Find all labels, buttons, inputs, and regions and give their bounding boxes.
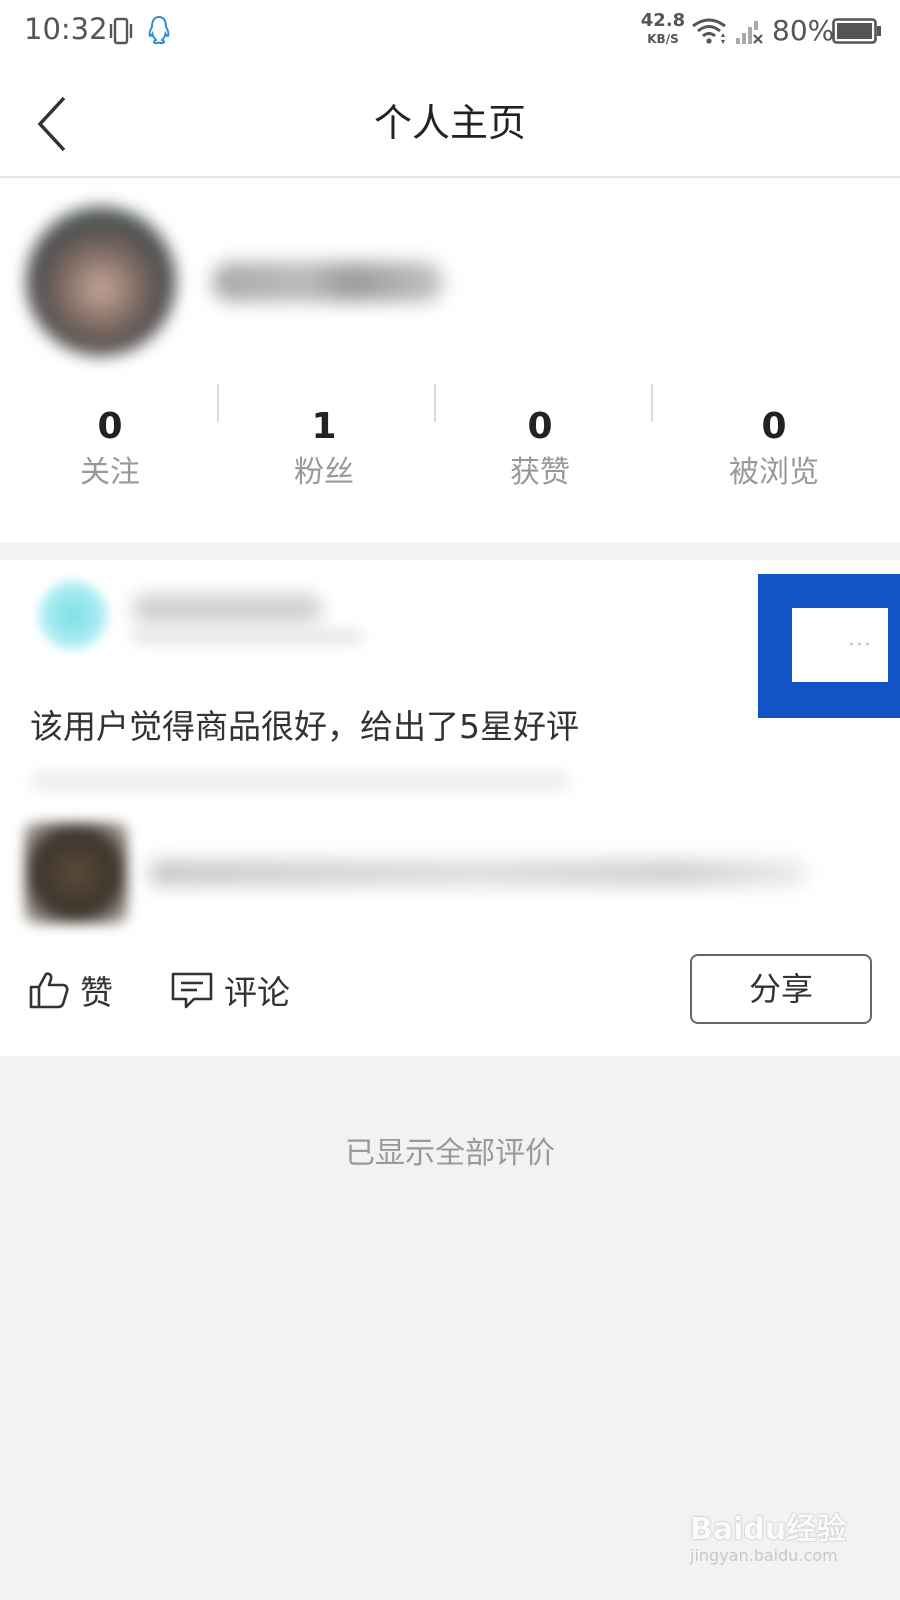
all-reviews-shown-text: 已显示全部评价	[345, 1136, 555, 1171]
page-title: 个人主页	[373, 101, 526, 145]
reviewer-date-blurred	[132, 630, 362, 644]
more-button[interactable]: ···	[792, 608, 888, 682]
stat-divider	[217, 384, 219, 422]
network-speed-unit: KB/S	[647, 32, 679, 46]
signal-icon	[736, 21, 763, 44]
stat-value: 0	[761, 406, 787, 447]
watermark-url: jingyan.baidu.com	[690, 1546, 838, 1565]
network-speed-value: 42.8	[640, 10, 686, 31]
like-label: 赞	[80, 973, 113, 1012]
reviewer-name-blurred	[132, 594, 322, 624]
thumbs-up-icon	[29, 972, 69, 1009]
stat-value: 0	[97, 406, 123, 447]
qq-icon	[148, 15, 170, 45]
battery-icon	[832, 18, 881, 44]
stat-views[interactable]: 0 被浏览	[664, 404, 884, 494]
vibrate-icon	[109, 17, 133, 45]
battery-percent: 80%	[772, 14, 835, 47]
comment-button[interactable]: 评论	[170, 960, 290, 1020]
comment-icon	[171, 972, 213, 1009]
more-icon: ···	[848, 633, 872, 658]
product-thumbnail[interactable]	[24, 822, 128, 924]
stat-label: 被浏览	[729, 455, 819, 490]
review-card: ··· 该用户觉得商品很好，给出了5星好评 赞 评论 分享	[0, 560, 900, 1056]
stats-row: 0 关注 1 粉丝 0 获赞 0 被浏览	[0, 404, 900, 514]
product-spec-blurred	[30, 772, 570, 790]
stat-label: 获赞	[510, 455, 570, 490]
avatar[interactable]	[26, 206, 176, 356]
stat-divider	[651, 384, 653, 422]
stat-value: 1	[311, 406, 337, 447]
username-blurred	[212, 262, 444, 302]
status-time: 10:32	[24, 12, 108, 46]
share-button[interactable]: 分享	[690, 954, 872, 1024]
reviewer-avatar[interactable]	[38, 580, 108, 650]
stat-value: 0	[527, 406, 553, 447]
stat-label: 关注	[80, 455, 140, 490]
stat-following[interactable]: 0 关注	[0, 404, 220, 494]
comment-label: 评论	[224, 973, 290, 1012]
stat-label: 粉丝	[294, 455, 354, 490]
review-action-bar: 赞 评论 分享	[0, 954, 900, 1054]
stat-likes[interactable]: 0 获赞	[430, 404, 650, 494]
like-button[interactable]: 赞	[28, 960, 113, 1020]
wifi-icon	[692, 18, 726, 44]
profile-card: 0 关注 1 粉丝 0 获赞 0 被浏览	[0, 178, 900, 542]
watermark: Baidu经验 jingyan.baidu.com	[690, 1494, 860, 1580]
watermark-logo: Baidu经验	[690, 1512, 847, 1547]
network-speed: 42.8 KB/S	[640, 10, 686, 46]
status-bar: 10:32 42.8 KB/S 80%	[0, 0, 900, 64]
product-title-blurred[interactable]	[148, 860, 808, 886]
stat-divider	[434, 384, 436, 422]
stat-followers[interactable]: 1 粉丝	[214, 404, 434, 494]
review-text: 该用户觉得商品很好，给出了5星好评	[30, 707, 579, 746]
header: 个人主页	[0, 64, 900, 178]
